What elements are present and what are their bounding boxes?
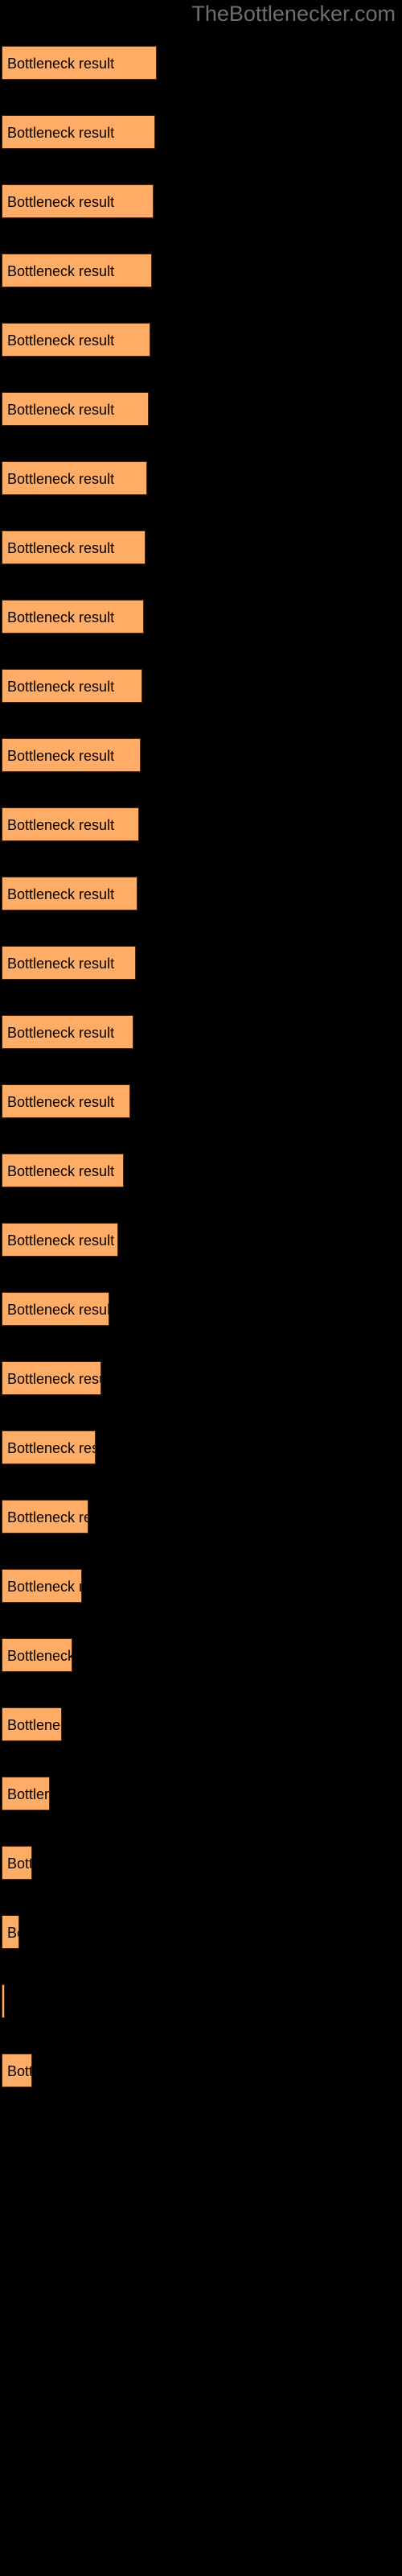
bar-label: Bottleneck result [7, 1302, 109, 1318]
bar[interactable]: Bottleneck result [2, 1084, 130, 1118]
bar-row: Bottleneck result [0, 1777, 402, 1810]
bar-row: Bottleneck result [0, 530, 402, 564]
bar[interactable]: Bottleneck result [2, 392, 149, 426]
bar[interactable]: Bottleneck result [2, 738, 141, 772]
bar-row: Bottleneck result [0, 1223, 402, 1257]
bar[interactable]: Bottleneck result [2, 1223, 118, 1257]
bar-label: Bottleneck result [7, 1025, 115, 1041]
bar-label: Bottleneck result [7, 609, 115, 625]
bar[interactable]: Bottleneck result [2, 115, 155, 149]
bar[interactable]: Bottleneck result [2, 1154, 124, 1187]
bar-label: Bottleneck result [7, 1163, 115, 1179]
bar-label: Bottleneck result [7, 1925, 18, 1941]
bar-label: Bottleneck result [7, 1717, 61, 1733]
bar-label: Bottleneck result [7, 194, 115, 210]
bar-label: Bottleneck result [7, 56, 115, 72]
bottleneck-bar-chart: TheBottlenecker.com Bottleneck result Bot… [0, 0, 402, 2576]
bar-label: Bottleneck result [7, 956, 115, 972]
bar-label: Bottleneck result [7, 1648, 72, 1664]
bar-row: Bottleneck result [0, 323, 402, 357]
bar-label: Bottleneck result [7, 471, 115, 487]
bar[interactable]: Bottleneck result [2, 1984, 5, 2018]
bar-row: Bottleneck result [0, 738, 402, 772]
bar-label: Bottleneck result [7, 2063, 31, 2079]
bar[interactable]: Bottleneck result [2, 184, 154, 218]
bar[interactable]: Bottleneck result [2, 1638, 72, 1672]
bar[interactable]: Bottleneck result [2, 1015, 133, 1049]
bar-row: Bottleneck result [0, 600, 402, 634]
bar-row: Bottleneck result [0, 1500, 402, 1534]
bar[interactable]: Bottleneck result [2, 1707, 62, 1741]
bar-label: Bottleneck result [7, 748, 115, 764]
bar-row: Bottleneck result [0, 1638, 402, 1672]
bar-row: Bottleneck result [0, 115, 402, 149]
bar[interactable]: Bottleneck result [2, 1430, 96, 1464]
bar[interactable]: Bottleneck result [2, 2054, 32, 2087]
bar-row: Bottleneck result [0, 1915, 402, 1949]
bar-label: Bottleneck result [7, 125, 115, 141]
bar-row: Bottleneck result [0, 807, 402, 841]
bar[interactable]: Bottleneck result [2, 1915, 19, 1949]
bar[interactable]: Bottleneck result [2, 1361, 101, 1395]
bar-row: Bottleneck result [0, 2054, 402, 2087]
bar[interactable]: Bottleneck result [2, 946, 136, 980]
bar-label: Bottleneck result [7, 886, 115, 902]
bar-row: Bottleneck result [0, 1430, 402, 1464]
bar-row: Bottleneck result [0, 254, 402, 287]
bar[interactable]: Bottleneck result [2, 1777, 50, 1810]
bar[interactable]: Bottleneck result [2, 669, 142, 703]
bar-row: Bottleneck result [0, 1084, 402, 1118]
bar[interactable]: Bottleneck result [2, 1292, 109, 1326]
bar-label: Bottleneck result [7, 332, 115, 349]
bar[interactable]: Bottleneck result [2, 46, 157, 80]
bar[interactable]: Bottleneck result [2, 323, 150, 357]
bar-row: Bottleneck result [0, 1292, 402, 1326]
bar-row: Bottleneck result [0, 461, 402, 495]
bar-row: Bottleneck result [0, 1569, 402, 1603]
bar[interactable]: Bottleneck result [2, 600, 144, 634]
bar-label: Bottleneck result [7, 1786, 49, 1802]
bar-label: Bottleneck result [7, 1232, 115, 1249]
bar-label: Bottleneck result [7, 1509, 88, 1525]
bar-label: Bottleneck result [7, 1856, 31, 1872]
bar[interactable]: Bottleneck result [2, 254, 152, 287]
bar-label: Bottleneck result [7, 679, 115, 695]
bar[interactable]: Bottleneck result [2, 461, 147, 495]
bar-label: Bottleneck result [7, 1579, 81, 1595]
bar-label: Bottleneck result [7, 402, 115, 418]
bar-row: Bottleneck result [0, 1984, 402, 2018]
bar[interactable]: Bottleneck result [2, 1846, 32, 1880]
bar-row: Bottleneck result [0, 392, 402, 426]
bar-row: Bottleneck result [0, 877, 402, 910]
bar-row: Bottleneck result [0, 1361, 402, 1395]
bar-label: Bottleneck result [7, 817, 115, 833]
bar-label: Bottleneck result [7, 540, 115, 556]
bar-label: Bottleneck result [7, 1371, 100, 1387]
bar-row: Bottleneck result [0, 46, 402, 80]
bar[interactable]: Bottleneck result [2, 877, 137, 910]
bar-row: Bottleneck result [0, 1707, 402, 1741]
bar-label: Bottleneck result [7, 1094, 115, 1110]
bar-row: Bottleneck result [0, 184, 402, 218]
bar-label: Bottleneck result [7, 263, 115, 279]
bar-row: Bottleneck result [0, 1846, 402, 1880]
bar-row: Bottleneck result [0, 1154, 402, 1187]
bar[interactable]: Bottleneck result [2, 807, 139, 841]
bar-label: Bottleneck result [7, 1440, 95, 1456]
bar[interactable]: Bottleneck result [2, 1500, 88, 1534]
bar-row: Bottleneck result [0, 669, 402, 703]
bar-row: Bottleneck result [0, 1015, 402, 1049]
bar[interactable]: Bottleneck result [2, 530, 146, 564]
bar-row: Bottleneck result [0, 946, 402, 980]
site-title: TheBottlenecker.com [191, 2, 396, 26]
bar[interactable]: Bottleneck result [2, 1569, 82, 1603]
